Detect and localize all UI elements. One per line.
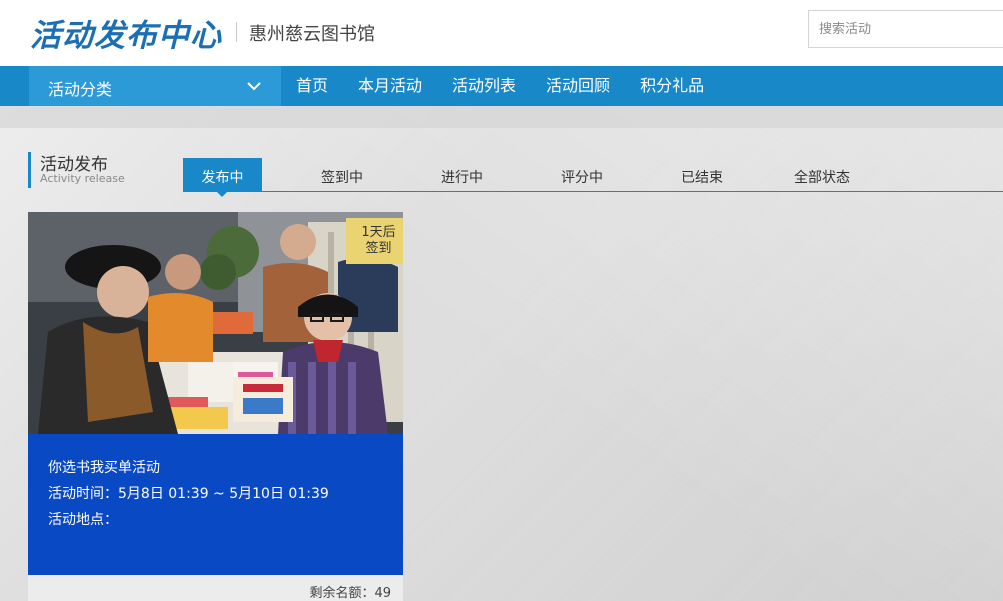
nav-item-points-gifts[interactable]: 积分礼品: [625, 66, 719, 106]
nav-item-activity-list[interactable]: 活动列表: [437, 66, 531, 106]
header-divider: [236, 22, 237, 42]
activity-info-panel: 你选书我买单活动 活动时间：5月8日 01:39 ~ 5月10日 01:39 活…: [28, 434, 403, 575]
section-accent-bar: [28, 152, 31, 188]
checkin-countdown-badge: 1天后 签到: [346, 218, 403, 264]
nav-underline-strip: [0, 106, 1003, 128]
library-name: 惠州慈云图书馆: [249, 24, 375, 45]
badge-line-days: 1天后: [361, 225, 396, 240]
badge-line-checkin: 签到: [365, 241, 392, 256]
nav-links: 首页 本月活动 活动列表 活动回顾 积分礼品: [281, 66, 719, 106]
nav-item-home[interactable]: 首页: [281, 66, 343, 106]
tab-all-status[interactable]: 全部状态: [782, 158, 862, 191]
chevron-down-icon: [247, 82, 261, 91]
activity-card-footer: 剩余名额：49: [28, 575, 403, 601]
activity-category-dropdown[interactable]: 活动分类: [29, 66, 281, 106]
tab-rating[interactable]: 评分中: [542, 158, 622, 191]
tab-ended[interactable]: 已结束: [662, 158, 742, 191]
activity-category-label: 活动分类: [48, 80, 113, 99]
tab-checkin[interactable]: 签到中: [302, 158, 382, 191]
tabs-underline: [183, 191, 1003, 192]
activity-title[interactable]: 你选书我买单活动: [48, 458, 160, 478]
site-header: 活动发布中心 惠州慈云图书馆: [0, 0, 1003, 66]
tab-publishing[interactable]: 发布中: [183, 158, 262, 191]
site-logo[interactable]: 活动发布中心: [30, 10, 222, 55]
main-nav: 活动分类 首页 本月活动 活动列表 活动回顾 积分礼品: [0, 66, 1003, 106]
active-tab-pointer: [216, 191, 228, 197]
tab-in-progress[interactable]: 进行中: [422, 158, 502, 191]
nav-item-this-month[interactable]: 本月活动: [343, 66, 437, 106]
activity-card[interactable]: 1天后 签到 你选书我买单活动 活动时间：5月8日 01:39 ~ 5月10日 …: [28, 212, 403, 601]
nav-item-activity-review[interactable]: 活动回顾: [531, 66, 625, 106]
remaining-slots: 剩余名额：49: [309, 586, 391, 601]
activity-location: 活动地点：: [48, 512, 118, 528]
search-input[interactable]: [808, 10, 1003, 48]
activity-time: 活动时间：5月8日 01:39 ~ 5月10日 01:39: [48, 486, 329, 502]
section-subtitle: Activity release: [40, 172, 125, 185]
